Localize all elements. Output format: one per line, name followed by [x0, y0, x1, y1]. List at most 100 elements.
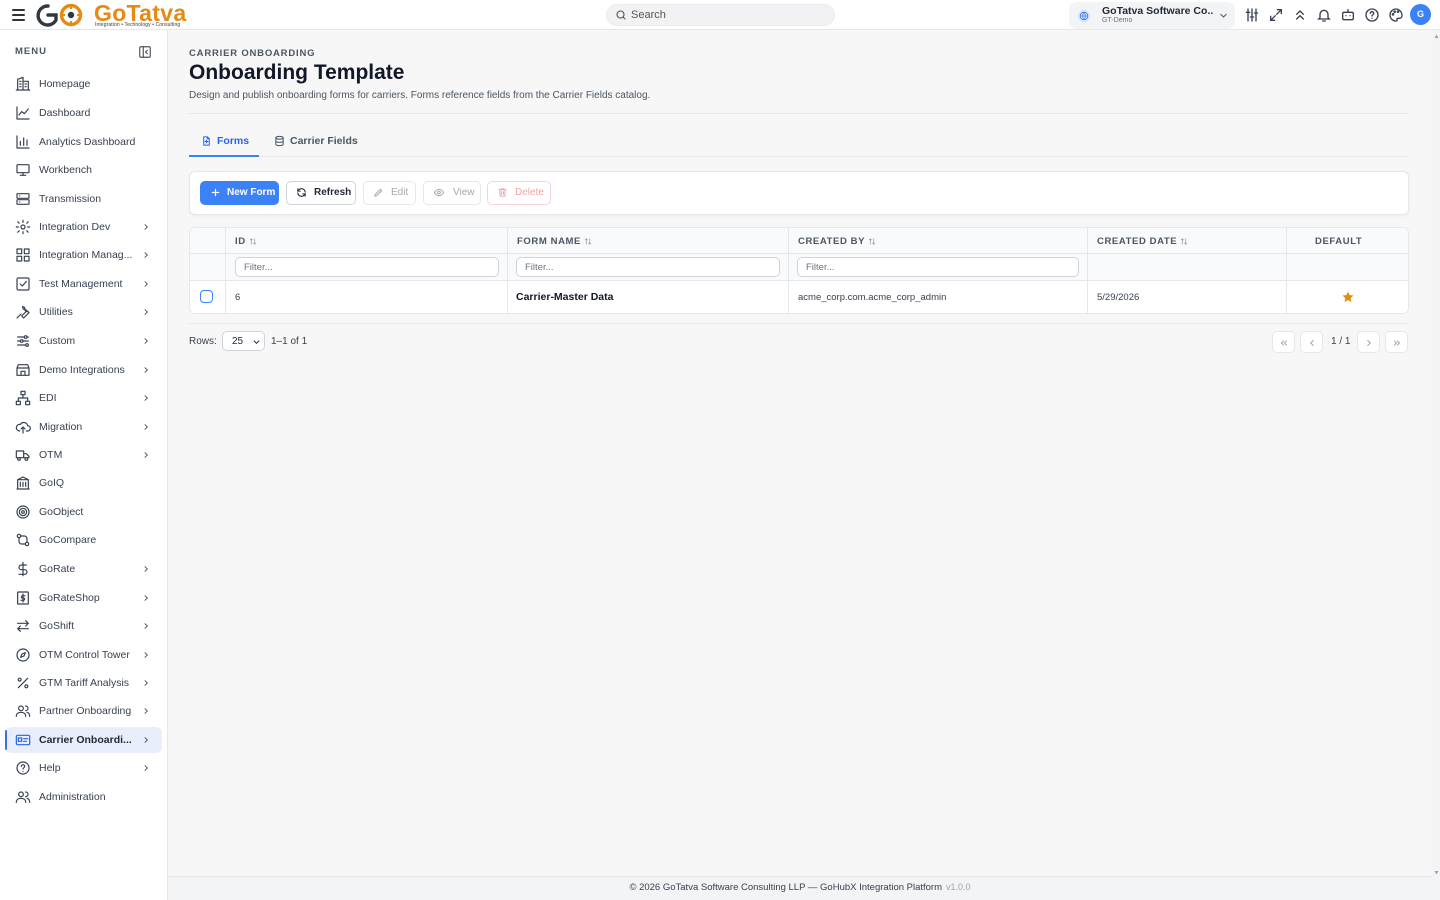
fullscreen-icon[interactable]	[1268, 7, 1284, 23]
sidebar-item-label: Integration Dev	[39, 221, 111, 233]
sidebar-item-gorateshop[interactable]: GoRateShop	[6, 585, 162, 611]
table-row[interactable]: 6 Carrier-Master Data acme_corp.com.acme…	[190, 281, 1408, 313]
column-header-id[interactable]: ID	[235, 236, 257, 247]
sidebar-item-analytics-dashboard[interactable]: Analytics Dashboard	[6, 129, 162, 155]
new-form-button[interactable]: New Form	[200, 181, 279, 205]
previous-page-button[interactable]	[1300, 331, 1323, 353]
chevron-right-icon	[144, 252, 148, 258]
divider	[189, 113, 1409, 114]
sidebar-item-workbench[interactable]: Workbench	[6, 157, 162, 183]
database-icon	[275, 135, 284, 147]
search-input[interactable]	[631, 8, 826, 22]
tab-forms[interactable]: Forms	[189, 127, 259, 157]
cell-created-date: 5/29/2026	[1097, 292, 1140, 303]
receipt-dollar-icon	[17, 591, 29, 605]
sidebar-item-utilities[interactable]: Utilities	[6, 299, 162, 325]
refresh-button[interactable]: Refresh	[286, 181, 356, 205]
rows-label: Rows:	[189, 336, 217, 347]
gotatva-logo[interactable]: GoTatva Integration • Technology • Consu…	[34, 1, 199, 29]
sidebar-item-goiq[interactable]: GoIQ	[6, 470, 162, 496]
bell-icon[interactable]	[1316, 7, 1332, 23]
action-toolbar: New Form Refresh Edit View Delete	[189, 171, 1409, 215]
help-circle-icon[interactable]	[1364, 7, 1380, 23]
building-icon	[15, 76, 31, 91]
tenant-switcher[interactable]: GoTatva Software Co... GT-Demo	[1069, 2, 1235, 29]
sidebar-item-integration-manag[interactable]: Integration Manag...	[6, 242, 162, 268]
tab-carrier-fields-label: Carrier Fields	[290, 135, 358, 147]
next-page-button[interactable]	[1357, 331, 1380, 353]
server-icon	[16, 193, 30, 205]
bot-icon[interactable]	[1340, 7, 1356, 23]
hamburger-menu-icon[interactable]	[12, 9, 25, 21]
plus-icon	[211, 188, 220, 197]
column-header-default: DEFAULT	[1315, 236, 1363, 247]
sidebar-item-demo-integrations[interactable]: Demo Integrations	[6, 357, 162, 383]
delete-button[interactable]: Delete	[487, 181, 551, 205]
sidebar-item-transmission[interactable]: Transmission	[6, 186, 162, 212]
sidebar-item-homepage[interactable]: Homepage	[6, 71, 162, 97]
page-scrollbar[interactable]	[1432, 30, 1440, 900]
cell-form-name: Carrier-Master Data	[516, 291, 614, 303]
scroll-up-arrow-icon[interactable]	[1434, 34, 1439, 39]
column-header-form-name[interactable]: FORM NAME	[517, 236, 592, 247]
view-button[interactable]: View	[423, 181, 481, 205]
refresh-label: Refresh	[314, 187, 352, 198]
top-bar: GoTatva Integration • Technology • Consu…	[0, 0, 1440, 30]
sidebar-item-gocompare[interactable]: GoCompare	[6, 527, 162, 553]
sidebar-item-label: Carrier Onboardi...	[39, 734, 132, 746]
edit-button[interactable]: Edit	[363, 181, 416, 205]
bar-chart-icon	[16, 135, 30, 149]
breadcrumb: CARRIER ONBOARDING	[189, 48, 316, 59]
default-star-icon[interactable]	[1341, 290, 1355, 304]
sidebar-item-help[interactable]: Help	[6, 755, 162, 781]
first-page-button[interactable]	[1272, 331, 1295, 353]
chevron-right-icon	[144, 680, 148, 686]
sidebar-item-goshift[interactable]: GoShift	[6, 613, 162, 639]
sidebar-item-administration[interactable]: Administration	[6, 784, 162, 810]
sidebar-item-partner-onboarding[interactable]: Partner Onboarding	[6, 698, 162, 724]
sidebar-item-label: OTM	[39, 449, 63, 461]
sidebar-item-otm-control-tower[interactable]: OTM Control Tower	[6, 642, 162, 668]
sidebar: MENU Homepage Dashboard Analytics Dashboar…	[0, 30, 168, 900]
sidebar-item-label: Help	[39, 762, 61, 774]
global-search[interactable]	[606, 4, 835, 26]
sidebar-item-label: GoShift	[39, 620, 75, 632]
sidebar-item-goobject[interactable]: GoObject	[6, 499, 162, 525]
cell-created-by: acme_corp.com.acme_corp_admin	[798, 292, 947, 303]
help-circle-icon	[16, 761, 30, 775]
footer: © 2026 GoTatva Software Consulting LLP —…	[168, 876, 1432, 900]
filter-created-by-input[interactable]	[797, 257, 1079, 277]
sidebar-item-integration-dev[interactable]: Integration Dev	[6, 214, 162, 240]
row-checkbox[interactable]	[200, 290, 213, 303]
footer-copyright: © 2026 GoTatva Software Consulting LLP —…	[629, 882, 943, 893]
column-header-created-by[interactable]: CREATED BY	[798, 236, 876, 247]
sidebar-item-carrier-onboardi[interactable]: Carrier Onboardi...	[5, 727, 162, 753]
sidebar-item-migration[interactable]: Migration	[6, 414, 162, 440]
delete-label: Delete	[515, 187, 544, 198]
column-label: CREATED BY	[798, 236, 866, 247]
filter-row	[190, 254, 1408, 281]
user-avatar[interactable]: G	[1410, 4, 1431, 25]
target-icon	[16, 505, 30, 519]
adjustments-icon[interactable]	[1244, 7, 1260, 23]
filter-id-input[interactable]	[235, 257, 499, 277]
chevron-right-icon	[144, 652, 148, 658]
sidebar-item-label: Partner Onboarding	[39, 705, 132, 717]
tab-carrier-fields[interactable]: Carrier Fields	[262, 127, 362, 157]
sidebar-item-edi[interactable]: EDI	[6, 385, 162, 411]
sidebar-item-otm[interactable]: OTM	[6, 442, 162, 468]
palette-icon[interactable]	[1388, 7, 1404, 23]
page-indicator: 1 / 1	[1331, 336, 1351, 347]
column-header-created-date[interactable]: CREATED DATE	[1097, 236, 1188, 247]
filter-form-name-input[interactable]	[516, 257, 780, 277]
sidebar-item-custom[interactable]: Custom	[6, 328, 162, 354]
chevrons-up-icon[interactable]	[1292, 7, 1308, 23]
sidebar-item-dashboard[interactable]: Dashboard	[6, 100, 162, 126]
sidebar-item-gorate[interactable]: GoRate	[6, 556, 162, 582]
sidebar-item-gtm-tariff-analysis[interactable]: GTM Tariff Analysis	[6, 670, 162, 696]
sidebar-collapse-icon[interactable]	[138, 45, 152, 59]
rows-per-page-select[interactable]: 25	[222, 331, 265, 351]
last-page-button[interactable]	[1385, 331, 1408, 353]
scroll-down-arrow-icon[interactable]	[1434, 870, 1439, 875]
sidebar-item-test-management[interactable]: Test Management	[6, 271, 162, 297]
